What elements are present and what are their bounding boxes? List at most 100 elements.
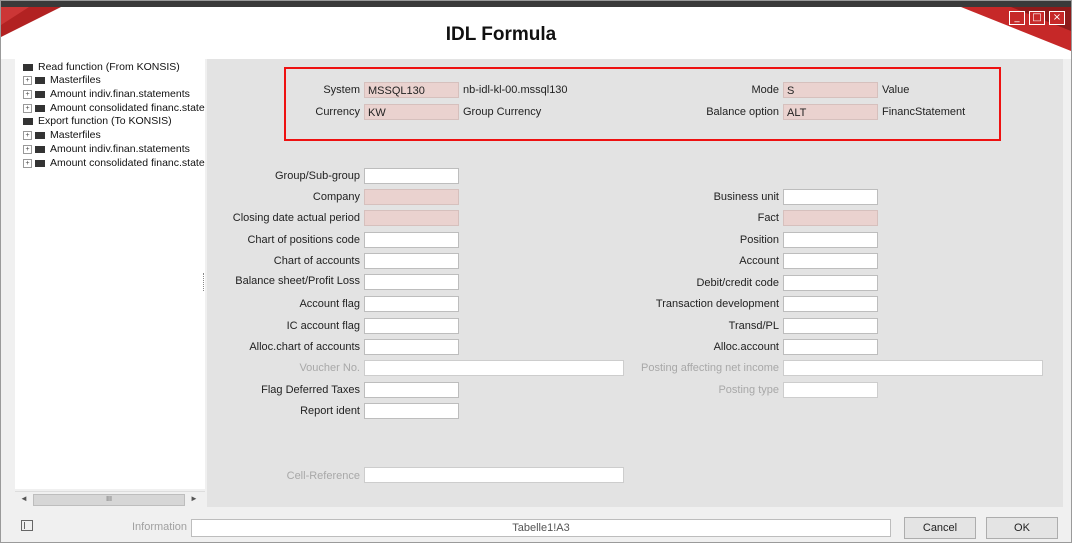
alloc-account-label: Alloc.account	[713, 341, 779, 353]
tree-item-amount-consolidated-export[interactable]: + Amount consolidated financ.state	[23, 157, 205, 170]
account-label: Account	[739, 255, 779, 267]
chart-of-accounts-field[interactable]	[364, 253, 459, 269]
tree-item-label: Masterfiles	[50, 74, 101, 86]
tree-item-amount-indiv-export[interactable]: + Amount indiv.finan.statements	[23, 143, 190, 156]
alloc-chart-label: Alloc.chart of accounts	[249, 341, 360, 353]
alloc-account-field[interactable]	[783, 339, 878, 355]
folder-icon	[35, 146, 45, 153]
account-field[interactable]	[783, 253, 878, 269]
group-subgroup-field[interactable]	[364, 168, 459, 184]
debit-credit-code-field[interactable]	[783, 275, 878, 291]
folder-icon	[35, 105, 45, 112]
expand-icon[interactable]: +	[23, 90, 32, 99]
scroll-left-icon[interactable]: ◄	[17, 492, 31, 506]
minimize-icon[interactable]: _	[1009, 11, 1025, 25]
fact-field[interactable]	[783, 210, 878, 226]
expand-icon[interactable]: +	[23, 76, 32, 85]
posting-type-label: Posting type	[718, 384, 779, 396]
panel-toggle-icon[interactable]	[21, 520, 33, 531]
balance-sheet-field[interactable]	[364, 274, 459, 290]
ok-button[interactable]: OK	[986, 517, 1058, 539]
transd-pl-field[interactable]	[783, 318, 878, 334]
currency-label: Currency	[315, 106, 360, 118]
chart-of-positions-label: Chart of positions code	[247, 234, 360, 246]
chart-of-accounts-label: Chart of accounts	[273, 255, 360, 267]
information-field[interactable]: Tabelle1!A3	[191, 519, 891, 537]
balance-option-label: Balance option	[706, 106, 779, 118]
title-bar: IDL Formula _ □ ×	[1, 7, 1071, 59]
tree-item-amount-consolidated-read[interactable]: + Amount consolidated financ.state	[23, 102, 205, 115]
mode-field: S	[783, 82, 878, 98]
chart-of-positions-field[interactable]	[364, 232, 459, 248]
folder-icon	[35, 132, 45, 139]
company-field[interactable]	[364, 189, 459, 205]
debit-credit-code-label: Debit/credit code	[696, 277, 779, 289]
fact-label: Fact	[757, 212, 779, 224]
currency-field: KW	[364, 104, 459, 120]
expand-icon[interactable]: +	[23, 159, 32, 168]
posting-net-income-field[interactable]	[783, 360, 1043, 376]
window-title: IDL Formula	[445, 24, 557, 45]
expand-icon[interactable]: +	[23, 104, 32, 113]
system-label: System	[323, 84, 360, 96]
folder-icon	[35, 77, 45, 84]
business-unit-label: Business unit	[713, 191, 779, 203]
folder-icon	[23, 64, 33, 71]
closing-date-field[interactable]	[364, 210, 459, 226]
company-label: Company	[312, 191, 360, 203]
close-icon[interactable]: ×	[1049, 11, 1065, 25]
flag-deferred-taxes-field[interactable]	[364, 382, 459, 398]
expand-icon[interactable]: +	[23, 145, 32, 154]
ic-account-flag-field[interactable]	[364, 318, 459, 334]
tree-item-label: Masterfiles	[50, 129, 101, 141]
cancel-button[interactable]: Cancel	[904, 517, 976, 539]
scrollbar-thumb[interactable]: III	[33, 494, 185, 506]
voucher-no-label: Voucher No.	[299, 362, 360, 374]
report-ident-field[interactable]	[364, 403, 459, 419]
account-flag-field[interactable]	[364, 296, 459, 312]
transd-pl-label: Transd/PL	[728, 320, 779, 332]
account-flag-label: Account flag	[299, 298, 360, 310]
tree-item-export-function[interactable]: Export function (To KONSIS)	[23, 115, 172, 128]
information-label: Information	[131, 521, 187, 533]
alloc-chart-field[interactable]	[364, 339, 459, 355]
tree-item-label: Amount consolidated financ.state	[50, 102, 205, 114]
balance-option-description: FinancStatement	[882, 106, 966, 118]
transaction-development-label: Transaction development	[655, 298, 779, 310]
footer-bar: Information Tabelle1!A3 Cancel OK	[1, 513, 1071, 542]
folder-icon	[23, 118, 33, 125]
currency-description: Group Currency	[463, 106, 542, 118]
closing-date-label: Closing date actual period	[232, 212, 360, 224]
tree-item-masterfiles-read[interactable]: + Masterfiles	[23, 74, 101, 87]
position-label: Position	[739, 234, 779, 246]
position-field[interactable]	[783, 232, 878, 248]
folder-icon	[35, 91, 45, 98]
report-ident-label: Report ident	[300, 405, 360, 417]
function-tree: Read function (From KONSIS) + Masterfile…	[15, 59, 205, 489]
folder-icon	[35, 160, 45, 167]
business-unit-field[interactable]	[783, 189, 878, 205]
tree-item-masterfiles-export[interactable]: + Masterfiles	[23, 129, 101, 142]
expand-icon[interactable]: +	[23, 131, 32, 140]
scroll-right-icon[interactable]: ►	[187, 492, 201, 506]
posting-type-field[interactable]	[783, 382, 878, 398]
voucher-no-field[interactable]	[364, 360, 624, 376]
balance-option-field: ALT	[783, 104, 878, 120]
tree-horizontal-scrollbar[interactable]: ◄ III ►	[15, 491, 205, 506]
group-subgroup-label: Group/Sub-group	[275, 170, 360, 182]
title-decoration-left-accent	[1, 7, 29, 25]
tree-item-label: Amount indiv.finan.statements	[50, 143, 190, 155]
tree-item-read-function[interactable]: Read function (From KONSIS)	[23, 61, 180, 74]
tree-item-amount-indiv-read[interactable]: + Amount indiv.finan.statements	[23, 88, 190, 101]
mode-label: Mode	[751, 84, 779, 96]
tree-item-label: Amount indiv.finan.statements	[50, 88, 190, 100]
panel-splitter[interactable]	[203, 273, 206, 291]
idl-formula-window: IDL Formula _ □ × Read function (From KO…	[0, 0, 1072, 543]
maximize-icon[interactable]: □	[1029, 11, 1045, 25]
ic-account-flag-label: IC account flag	[286, 320, 360, 332]
posting-net-income-label: Posting affecting net income	[641, 362, 779, 374]
cell-reference-field[interactable]	[364, 467, 624, 483]
tree-item-label: Read function (From KONSIS)	[38, 61, 180, 73]
window-controls: _ □ ×	[1009, 11, 1065, 25]
transaction-development-field[interactable]	[783, 296, 878, 312]
